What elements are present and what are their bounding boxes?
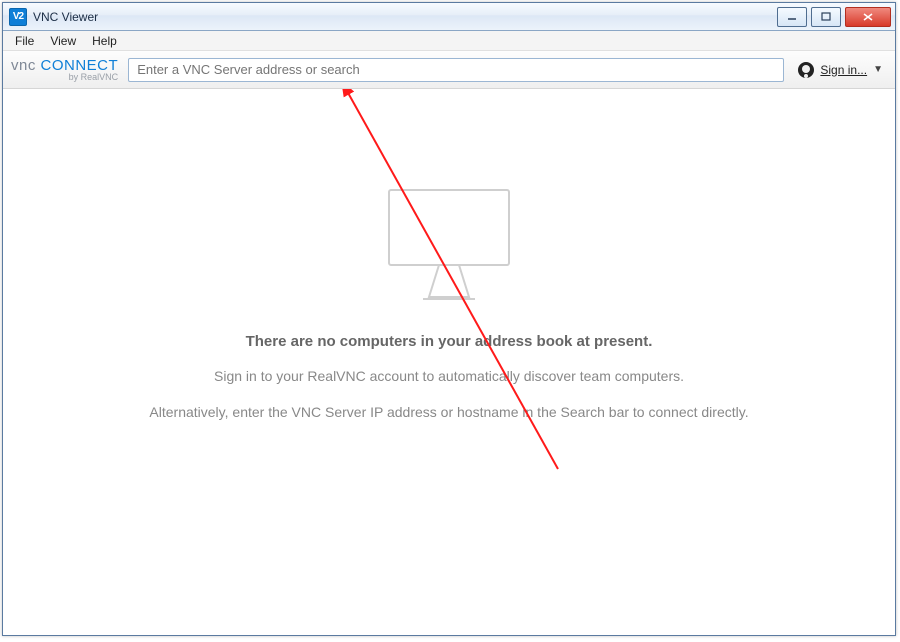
content-area: There are no computers in your address b…: [3, 89, 895, 635]
sign-in-label: Sign in...: [820, 63, 867, 77]
empty-state-title: There are no computers in your address b…: [246, 333, 653, 350]
brand-logo: vnc CONNECT by RealVNC: [11, 57, 118, 82]
annotation-arrow: [3, 89, 897, 637]
close-button[interactable]: [845, 7, 891, 27]
empty-state-line2: Alternatively, enter the VNC Server IP a…: [149, 404, 748, 420]
title-bar[interactable]: V2 VNC Viewer: [3, 3, 895, 31]
user-icon: [798, 62, 814, 78]
menu-help[interactable]: Help: [84, 32, 125, 50]
chevron-down-icon: ▼: [873, 64, 883, 75]
empty-state-line1: Sign in to your RealVNC account to autom…: [214, 368, 684, 384]
maximize-button[interactable]: [811, 7, 841, 27]
monitor-icon: [379, 185, 519, 305]
toolbar: vnc CONNECT by RealVNC Sign in... ▼: [3, 51, 895, 89]
minimize-button[interactable]: [777, 7, 807, 27]
sign-in-button[interactable]: Sign in... ▼: [794, 62, 887, 78]
menu-bar: File View Help: [3, 31, 895, 51]
app-window: V2 VNC Viewer File View Help vnc CONNECT…: [2, 2, 896, 636]
search-input[interactable]: [128, 58, 784, 82]
menu-file[interactable]: File: [7, 32, 42, 50]
app-icon: V2: [9, 8, 27, 26]
menu-view[interactable]: View: [42, 32, 84, 50]
brand-sub: by RealVNC: [69, 72, 119, 82]
window-title: VNC Viewer: [33, 10, 98, 24]
